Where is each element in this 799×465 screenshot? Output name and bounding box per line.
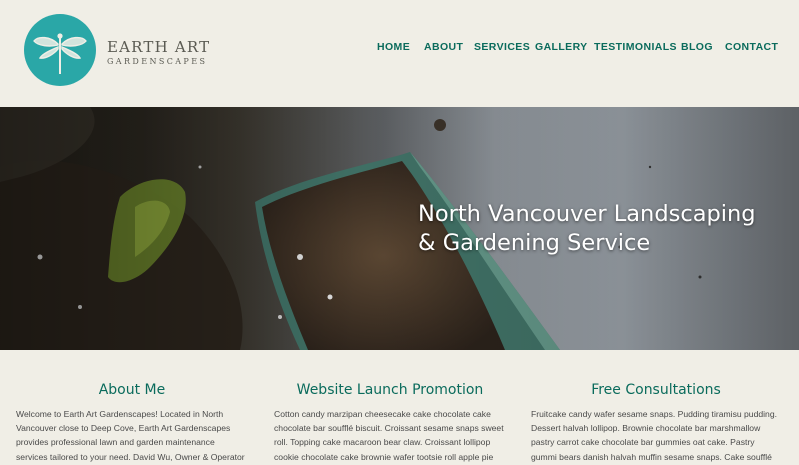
brand-subtitle: GARDENSCAPES — [107, 57, 208, 66]
hero-banner: North Vancouver Landscaping & Gardening … — [0, 107, 799, 350]
nav-about[interactable]: ABOUT — [424, 41, 463, 53]
consultations-text: Fruitcake candy wafer sesame snaps. Pudd… — [531, 409, 778, 462]
site-header: EARTH ART GARDENSCAPES HOME ABOUT SERVIC… — [0, 0, 799, 107]
brand-title: EARTH ART — [107, 38, 211, 56]
hero-title-line2: & Gardening Service — [418, 230, 651, 256]
nav-testimonials[interactable]: TESTIMONIALS — [594, 41, 677, 53]
hero-title-line1: North Vancouver Landscaping — [418, 201, 756, 227]
about-me-heading: About Me — [98, 382, 166, 398]
nav-gallery[interactable]: GALLERY — [535, 41, 588, 53]
about-me-column: About Me Welcome to Earth Art Gardenscap… — [16, 380, 248, 465]
logo[interactable] — [24, 14, 96, 86]
nav-services[interactable]: SERVICES — [474, 41, 530, 53]
brand-name[interactable]: EARTH ART GARDENSCAPES — [107, 38, 210, 67]
dragonfly-icon — [33, 33, 87, 74]
nav-blog[interactable]: BLOG — [681, 41, 713, 53]
promotion-heading: Website Launch Promotion — [296, 382, 484, 398]
consultations-heading: Free Consultations — [591, 382, 721, 398]
about-me-text: Welcome to Earth Art Gardenscapes! Locat… — [16, 409, 245, 462]
promotion-text: Cotton candy marzipan cheesecake cake ch… — [274, 409, 504, 462]
nav-contact[interactable]: CONTACT — [725, 41, 778, 53]
hero-title: North Vancouver Landscaping & Gardening … — [418, 200, 788, 258]
promotion-column: Website Launch Promotion Cotton candy ma… — [274, 380, 506, 465]
nav-home[interactable]: HOME — [377, 41, 410, 53]
consultations-column: Free Consultations Fruitcake candy wafer… — [531, 380, 781, 465]
